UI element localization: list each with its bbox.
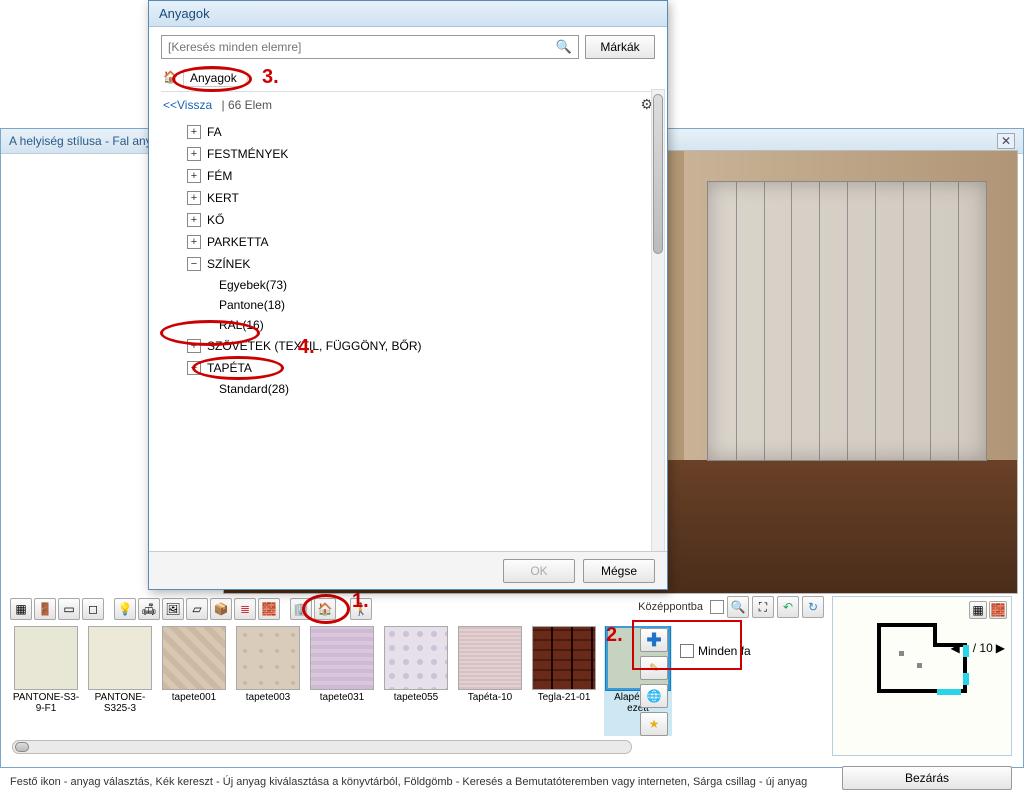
swatch-tapete001[interactable]: tapete001 <box>160 626 228 736</box>
cancel-button[interactable]: Mégse <box>583 559 655 583</box>
tool-object-icon[interactable]: 🚶 <box>350 598 372 620</box>
swatch-pantone-s3[interactable]: PANTONE-S3-9-F1 <box>12 626 80 736</box>
brands-button[interactable]: Márkák <box>585 35 655 59</box>
home-icon[interactable]: 🏠 <box>163 70 179 86</box>
tree-festmenyek[interactable]: +FESTMÉNYEK <box>185 143 655 165</box>
zoom-in-icon[interactable]: 🔍 <box>727 596 749 618</box>
tree-kert[interactable]: +KERT <box>185 187 655 209</box>
edit-material-button[interactable]: ✎ <box>640 656 668 680</box>
tool-house-icon[interactable]: 🏠 <box>314 598 336 620</box>
close-icon[interactable]: ✕ <box>997 133 1015 149</box>
swatch-tapete031[interactable]: tapete031 <box>308 626 376 736</box>
center-checkbox[interactable] <box>710 600 724 614</box>
material-swatches: PANTONE-S3-9-F1 PANTONE-S325-3 tapete001… <box>12 626 824 736</box>
add-material-button[interactable]: ✚ <box>640 628 668 652</box>
swatch-tegla21[interactable]: Tegla-21-01 <box>530 626 598 736</box>
browse-web-button[interactable]: 🌐 <box>640 684 668 708</box>
search-icon[interactable]: 🔍 <box>556 39 572 55</box>
fp-tool1-icon[interactable]: ▦ <box>969 601 987 619</box>
dialog-footer: OK Mégse <box>149 551 667 589</box>
tree-ral[interactable]: RAL(16) <box>217 315 655 335</box>
tool-window-icon[interactable]: ▭ <box>58 598 80 620</box>
floorplan-shape <box>877 623 967 703</box>
swatch-pantone-s325[interactable]: PANTONE-S325-3 <box>86 626 154 736</box>
tool-curtain-icon[interactable]: ≣ <box>234 598 256 620</box>
tool-ceiling-lamp-icon[interactable]: 💡 <box>114 598 136 620</box>
swatch-tapeta10[interactable]: Tapéta-10 <box>456 626 524 736</box>
tool-carpet-icon[interactable]: ▱ <box>186 598 208 620</box>
tree-standard[interactable]: Standard(28) <box>217 379 655 399</box>
tree-egyebek[interactable]: Egyebek(73) <box>217 275 655 295</box>
tool-building-icon[interactable]: 🏢 <box>290 598 312 620</box>
tree-parketta[interactable]: +PARKETTA <box>185 231 655 253</box>
tree-fa[interactable]: +FA <box>185 121 655 143</box>
all-walls-checkbox[interactable] <box>680 644 694 658</box>
tool-wall-icon[interactable]: ▦ <box>10 598 32 620</box>
back-link[interactable]: <<Vissza <box>163 98 212 112</box>
tool-lamp-icon[interactable]: 🛋 <box>138 598 160 620</box>
arrow-right-icon[interactable]: ▶ <box>996 641 1005 655</box>
center-label: Középpontba <box>638 601 703 613</box>
tree-szovetek[interactable]: +SZÖVETEK (TEXTIL, FÜGGÖNY, BŐR) <box>185 335 655 357</box>
tool-material-icon[interactable]: 🧱 <box>258 598 280 620</box>
tool-box-icon[interactable]: 📦 <box>210 598 232 620</box>
swatch-scrollbar[interactable] <box>12 740 632 754</box>
item-count: | 66 Elem <box>222 98 272 112</box>
favorite-button[interactable]: ★ <box>640 712 668 736</box>
breadcrumb-anyagok[interactable]: Anyagok <box>183 69 248 87</box>
search-input[interactable] <box>168 40 556 54</box>
tree-fem[interactable]: +FÉM <box>185 165 655 187</box>
ok-button[interactable]: OK <box>503 559 575 583</box>
close-button[interactable]: Bezárás <box>842 766 1012 790</box>
tree-pantone[interactable]: Pantone(18) <box>217 295 655 315</box>
swatch-tapete003[interactable]: tapete003 <box>234 626 302 736</box>
view-tools: Középpontba 🔍 ⛶ ↶ ↻ <box>638 596 824 618</box>
undo-icon[interactable]: ↶ <box>777 596 799 618</box>
tree-scrollbar[interactable] <box>651 89 665 557</box>
tool-door-icon[interactable]: 🚪 <box>34 598 56 620</box>
floorplan-panel[interactable]: ▦ 🧱 ◀ 1 / 10 ▶ <box>832 596 1012 756</box>
all-walls-row: Minden fa <box>680 644 751 658</box>
tool-picture-icon[interactable]: 🖼 <box>162 598 184 620</box>
zoom-fit-icon[interactable]: ⛶ <box>752 596 774 618</box>
redo-icon[interactable]: ↻ <box>802 596 824 618</box>
tool-switch-icon[interactable]: ◻ <box>82 598 104 620</box>
breadcrumb-row: 🏠 Anyagok <box>161 65 655 92</box>
tree-tapeta[interactable]: −TAPÉTA <box>185 357 655 379</box>
materials-dialog: Anyagok 🔍 Márkák 🏠 Anyagok <<Vissza | 66… <box>148 0 668 590</box>
tree-szinek[interactable]: −SZÍNEK <box>185 253 655 275</box>
status-bar: Festő ikon - anyag választás, Kék keresz… <box>10 776 824 788</box>
room-style-title: A helyiség stílusa - Fal anya <box>9 134 158 148</box>
category-tree: +FA +FESTMÉNYEK +FÉM +KERT +KŐ +PARKETTA… <box>185 121 655 521</box>
material-actions: ✚ ✎ 🌐 ★ <box>640 628 680 736</box>
tree-ko[interactable]: +KŐ <box>185 209 655 231</box>
all-walls-label: Minden fa <box>698 644 751 658</box>
dialog-title: Anyagok <box>149 1 667 27</box>
fp-tool2-icon[interactable]: 🧱 <box>989 601 1007 619</box>
search-box[interactable]: 🔍 <box>161 35 579 59</box>
swatch-tapete055[interactable]: tapete055 <box>382 626 450 736</box>
